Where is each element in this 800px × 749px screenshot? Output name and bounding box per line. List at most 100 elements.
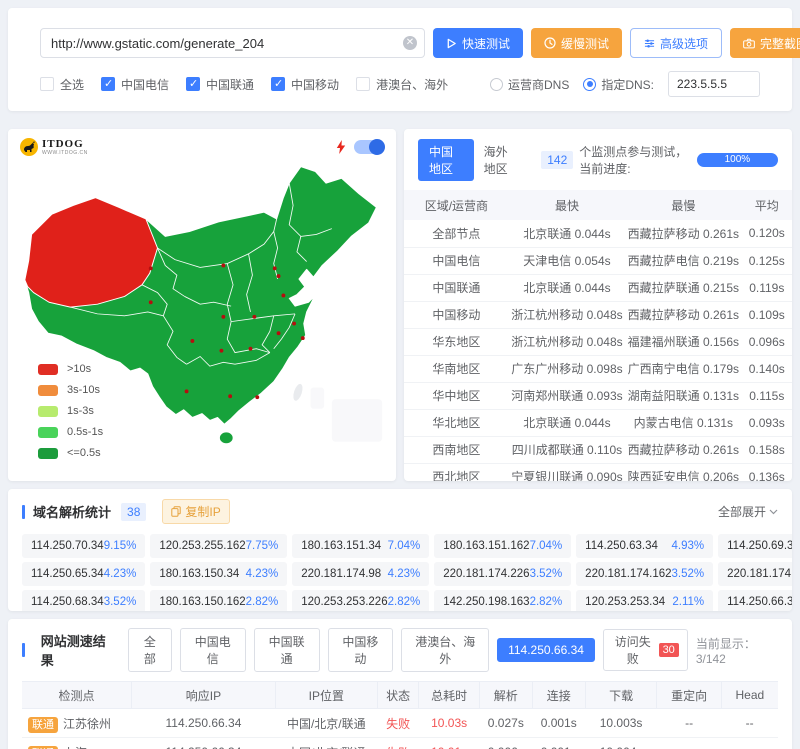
- ip-value: 220.181.174.98: [301, 568, 381, 580]
- ip-location: 中国/北京/联通: [275, 738, 377, 749]
- dns-ip-cell[interactable]: 120.253.253.2262.82%: [292, 590, 429, 611]
- checkbox-china-mobile[interactable]: 中国移动: [271, 76, 339, 93]
- region-row[interactable]: 中国联通北京联通 0.044s西藏拉萨联通 0.215s0.119s: [404, 274, 792, 301]
- itdog-logo: ITDOG WWW.ITDOG.CN: [20, 138, 88, 156]
- tab-china-mobile[interactable]: 中国移动: [328, 628, 394, 672]
- region-row[interactable]: 华东地区浙江杭州移动 0.048s福建福州联通 0.156s0.096s: [404, 328, 792, 355]
- quick-test-button[interactable]: 快速测试: [433, 28, 523, 58]
- dns-ip-cell[interactable]: 180.163.150.1622.82%: [150, 590, 287, 611]
- ip-percent: 2.82%: [530, 596, 563, 608]
- tab-china-unicom[interactable]: 中国联通: [254, 628, 320, 672]
- col-redirect: 重定向: [657, 682, 721, 709]
- checkbox-overseas[interactable]: 港澳台、海外: [356, 76, 448, 93]
- region-row[interactable]: 西南地区四川成都联通 0.110s西藏拉萨移动 0.261s0.158s: [404, 436, 792, 463]
- result-row[interactable]: 联通上海 114.250.66.34 中国/北京/联通 失败 10.01s 0.…: [22, 738, 778, 749]
- tab-overseas[interactable]: 港澳台、海外: [401, 628, 489, 672]
- radio-icon: [583, 78, 596, 91]
- response-ip: 114.250.66.34: [132, 738, 276, 749]
- full-screenshot-button[interactable]: 完整截图: [730, 28, 800, 58]
- map-mode-toggle[interactable]: [354, 140, 384, 154]
- camera-icon: [743, 38, 755, 49]
- tab-selected-ip[interactable]: 114.250.66.34: [497, 638, 595, 662]
- checkbox-icon: [186, 77, 200, 91]
- advanced-options-button[interactable]: 高级选项: [630, 28, 722, 58]
- tab-overseas-region[interactable]: 海外地区: [474, 139, 528, 181]
- dns-ip-cell[interactable]: 114.250.65.344.23%: [22, 562, 145, 586]
- dns-ip-cell[interactable]: 114.250.68.343.52%: [22, 590, 145, 611]
- url-input-wrapper: ✕: [40, 28, 425, 58]
- region-row[interactable]: 中国电信天津电信 0.054s西藏拉萨电信 0.219s0.125s: [404, 247, 792, 274]
- clear-url-icon[interactable]: ✕: [403, 36, 417, 50]
- col-average: 平均: [742, 190, 792, 220]
- radio-label: 指定DNS:: [601, 76, 654, 93]
- region-row[interactable]: 全部节点北京联通 0.044s西藏拉萨移动 0.261s0.120s: [404, 220, 792, 247]
- results-title: 网站测速结果: [41, 631, 112, 669]
- avg-cell: 0.119s: [742, 274, 792, 301]
- dns-ip-cell[interactable]: 114.250.70.349.15%: [22, 534, 145, 558]
- dns-ip-cell[interactable]: 180.163.151.1627.04%: [434, 534, 571, 558]
- checkbox-icon: [40, 77, 54, 91]
- checkbox-china-unicom[interactable]: 中国联通: [186, 76, 254, 93]
- ip-percent: 2.82%: [388, 596, 421, 608]
- region-row[interactable]: 华北地区北京联通 0.044s内蒙古电信 0.131s0.093s: [404, 409, 792, 436]
- dns-ip-cell[interactable]: 180.163.150.344.23%: [150, 562, 287, 586]
- radio-label: 运营商DNS: [508, 76, 569, 93]
- region-stats-panel: 中国地区 海外地区 142 个监测点参与测试，当前进度: 100% 区域/运营商…: [404, 129, 792, 481]
- slowest-cell: 西藏拉萨电信 0.219s: [625, 247, 741, 274]
- checkbox-china-telecom[interactable]: 中国电信: [101, 76, 169, 93]
- tab-china-telecom[interactable]: 中国电信: [180, 628, 246, 672]
- region-name: 华北地区: [404, 409, 509, 436]
- fastest-cell: 广东广州移动 0.098s: [509, 355, 625, 382]
- checkbox-label: 港澳台、海外: [376, 76, 448, 93]
- failed-count-badge: 30: [659, 643, 679, 657]
- region-row[interactable]: 中国移动浙江杭州移动 0.048s西藏拉萨移动 0.261s0.109s: [404, 301, 792, 328]
- region-name: 华中地区: [404, 382, 509, 409]
- result-row[interactable]: 联通江苏徐州 114.250.66.34 中国/北京/联通 失败 10.03s …: [22, 709, 778, 738]
- region-row[interactable]: 西北地区宁夏银川联通 0.090s陕西延安电信 0.206s0.136s: [404, 463, 792, 481]
- dns-ip-cell[interactable]: 114.250.63.344.93%: [576, 534, 713, 558]
- ip-percent: 7.75%: [246, 540, 279, 552]
- ip-value: 180.163.150.162: [159, 596, 245, 608]
- col-fastest: 最快: [509, 190, 625, 220]
- tab-failed[interactable]: 访问失败 30: [603, 629, 688, 671]
- dns-ip-cell[interactable]: 114.250.66.342.11%: [718, 590, 792, 611]
- expand-all-label: 全部展开: [718, 503, 766, 520]
- region-row[interactable]: 华南地区广东广州移动 0.098s广西南宁电信 0.179s0.140s: [404, 355, 792, 382]
- dns-ip-cell[interactable]: 220.181.174.1623.52%: [576, 562, 713, 586]
- region-row[interactable]: 华中地区河南郑州联通 0.093s湖南益阳联通 0.131s0.115s: [404, 382, 792, 409]
- dns-ip-cell[interactable]: 114.250.69.344.93%: [718, 534, 792, 558]
- dog-logo-icon: [20, 138, 38, 156]
- ip-value: 114.250.63.34: [585, 540, 658, 552]
- dns-ip-cell[interactable]: 120.253.253.342.11%: [576, 590, 713, 611]
- dns-ip-cell[interactable]: 220.181.174.343.52%: [718, 562, 792, 586]
- ip-percent: 4.23%: [388, 568, 421, 580]
- response-ip: 114.250.66.34: [132, 709, 276, 738]
- ip-value: 180.163.150.34: [159, 568, 239, 580]
- expand-all-button[interactable]: 全部展开: [718, 503, 778, 520]
- radio-custom-dns[interactable]: 指定DNS:: [583, 76, 654, 93]
- dns-input[interactable]: [668, 71, 760, 97]
- tab-china-region[interactable]: 中国地区: [418, 139, 474, 181]
- dns-ip-cell[interactable]: 220.181.174.98 4.23%: [292, 562, 429, 586]
- dns-ip-cell[interactable]: 180.163.151.347.04%: [292, 534, 429, 558]
- avg-cell: 0.158s: [742, 436, 792, 463]
- dns-time: 0.006s: [479, 738, 532, 749]
- dns-ip-cell[interactable]: 142.250.198.1632.82%: [434, 590, 571, 611]
- slow-test-button[interactable]: 缓慢测试: [531, 28, 622, 58]
- radio-isp-dns[interactable]: 运营商DNS: [490, 76, 569, 93]
- download-time: 10.004s: [585, 738, 657, 749]
- region-name: 华东地区: [404, 328, 509, 355]
- url-input[interactable]: [40, 28, 425, 58]
- lightning-icon: [336, 140, 346, 154]
- col-slowest: 最慢: [625, 190, 741, 220]
- checkbox-select-all[interactable]: 全选: [40, 76, 84, 93]
- tab-all[interactable]: 全部: [128, 628, 172, 672]
- dns-ip-cell[interactable]: 120.253.255.1627.75%: [150, 534, 287, 558]
- copy-ip-button[interactable]: 复制IP: [162, 499, 229, 524]
- slowest-cell: 西藏拉萨移动 0.261s: [625, 220, 741, 247]
- legend-item: 1s-3s: [38, 405, 103, 417]
- col-download-time: 下载: [585, 682, 657, 709]
- status-value: 失败: [377, 709, 419, 738]
- fastest-cell: 北京联通 0.044s: [509, 409, 625, 436]
- dns-ip-cell[interactable]: 220.181.174.2263.52%: [434, 562, 571, 586]
